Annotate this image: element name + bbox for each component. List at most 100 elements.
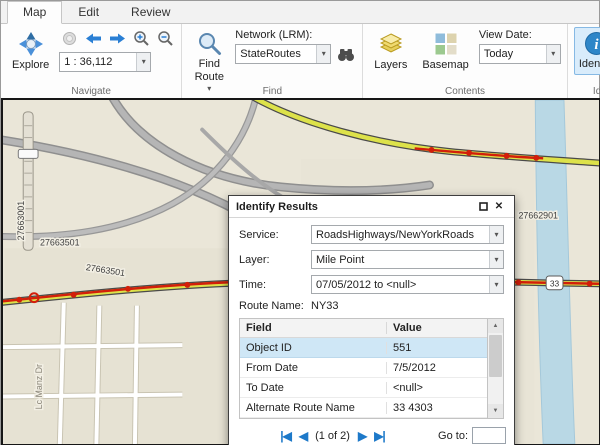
group-identify: i Identify Identify [568,24,600,98]
tab-map[interactable]: Map [7,1,62,24]
network-combobox[interactable]: StateRoutes ▾ [235,44,331,64]
app-window: Map Edit Review Explore [0,0,600,445]
chevron-down-icon[interactable]: ▾ [489,251,503,268]
arrow-left-icon [85,32,102,45]
table-row[interactable]: Alternate Route Name 33 4303 [240,398,487,418]
identify-button[interactable]: i Identify [574,27,600,75]
goto-label: Go to: [438,430,468,442]
identify-results-panel: Identify Results ✕ Service: RoadsHighway… [228,195,515,445]
column-value: Value [387,322,487,334]
time-value: 07/05/2012 to <null> [312,276,489,293]
close-button[interactable]: ✕ [491,199,507,214]
full-extent-button[interactable] [59,29,79,48]
map-label-route-right: 27662901 [518,211,558,221]
group-label-identify: Identify [568,86,600,97]
page-indicator: (1 of 2) [315,430,350,442]
scale-combobox[interactable]: 1 : 36,112 ▾ [59,52,151,72]
tab-review[interactable]: Review [115,1,186,24]
network-value: StateRoutes [236,45,316,63]
scroll-down-icon[interactable]: ▼ [488,404,503,418]
layers-button[interactable]: Layers [369,27,412,76]
layer-label: Layer: [239,254,311,266]
attributes-table: Field Value Object ID 551 From Date 7/5/… [239,318,504,419]
tab-edit[interactable]: Edit [62,1,115,24]
find-route-label: Find Route [193,58,225,83]
undock-button[interactable] [475,199,491,214]
identify-panel-titlebar[interactable]: Identify Results ✕ [229,196,514,218]
chevron-down-icon[interactable]: ▾ [489,276,503,293]
first-page-button[interactable]: |◀ [280,430,291,442]
network-lrm-label: Network (LRM): [235,29,356,41]
layer-combobox[interactable]: Mile Point ▾ [311,250,504,269]
pagination-bar: |◀ ◀ (1 of 2) ▶ ▶| Go to: [229,421,514,445]
previous-page-button[interactable]: ◀ [299,430,307,442]
undock-icon [479,202,488,211]
basemap-label: Basemap [422,59,468,72]
chevron-down-icon[interactable]: ▾ [316,45,330,63]
scroll-thumb[interactable] [489,335,502,377]
view-date-combobox[interactable]: Today ▾ [479,44,561,64]
explore-button[interactable]: Explore [7,27,54,76]
map-container: 27663001 27663501 27663501 27662901 Lc M… [1,98,600,445]
arrow-right-icon [109,32,126,45]
basemap-icon [433,31,459,57]
search-icon [197,31,222,56]
locate-route-button[interactable] [336,45,356,64]
service-value: RoadsHighways/NewYorkRoads [312,226,489,243]
route-name-value: NY33 [311,300,339,312]
table-row[interactable]: From Date 7/5/2012 [240,358,487,378]
table-row[interactable]: To Date <null> [240,378,487,398]
group-find: Find Route ▾ Network (LRM): StateRoutes … [182,24,363,98]
explore-icon [18,31,44,57]
time-combobox[interactable]: 07/05/2012 to <null> ▾ [311,275,504,294]
group-label-contents: Contents [363,86,567,97]
chevron-down-icon[interactable]: ▾ [136,53,150,71]
chevron-down-icon[interactable]: ▾ [546,45,560,63]
full-extent-icon [62,31,77,46]
view-date-label: View Date: [479,29,561,41]
last-page-button[interactable]: ▶| [374,430,385,442]
map-label-street: Lc Manz Dr [34,364,44,409]
scale-value: 1 : 36,112 [60,53,136,71]
time-label: Time: [239,279,311,291]
map-label-route-vertical: 27663001 [16,201,26,241]
ribbon: Explore [1,24,599,98]
route-name-label: Route Name: [239,300,311,312]
identify-icon: i [584,31,600,56]
layer-value: Mile Point [312,251,489,268]
group-label-navigate: Navigate [1,86,181,97]
goto-input[interactable] [472,427,506,444]
map-label-route-left: 27663501 [40,237,80,247]
scroll-track[interactable] [488,333,503,404]
route-shield: 33 [546,276,563,290]
next-extent-button[interactable] [107,29,127,48]
ribbon-tabbar: Map Edit Review [1,1,599,24]
identify-panel-body: Service: RoadsHighways/NewYorkRoads ▾ La… [229,218,514,421]
layers-icon [378,31,404,57]
table-scrollbar[interactable]: ▲ ▼ [487,319,503,418]
zoom-slider-handle[interactable] [18,149,38,158]
next-page-button[interactable]: ▶ [358,430,366,442]
chevron-down-icon[interactable]: ▾ [489,226,503,243]
column-field: Field [240,322,387,334]
zoom-in-icon [133,30,150,47]
service-combobox[interactable]: RoadsHighways/NewYorkRoads ▾ [311,225,504,244]
group-label-find: Find [182,86,362,97]
table-row[interactable]: Object ID 551 [240,338,487,358]
identify-label: Identify [579,58,600,71]
zoom-out-button[interactable] [155,29,175,48]
zoom-out-icon [157,30,174,47]
explore-label: Explore [12,59,49,72]
table-header: Field Value [240,319,487,338]
basemap-button[interactable]: Basemap [417,27,473,76]
route-shield-number: 33 [550,278,560,288]
service-label: Service: [239,229,311,241]
view-date-value: Today [480,45,546,63]
identify-panel-title: Identify Results [236,201,475,213]
group-contents: Layers Basemap View Date: Today ▾ Conten… [363,24,568,98]
layers-label: Layers [374,59,407,72]
binoculars-icon [337,47,355,62]
zoom-in-button[interactable] [131,29,151,48]
scroll-up-icon[interactable]: ▲ [488,319,503,333]
previous-extent-button[interactable] [83,29,103,48]
